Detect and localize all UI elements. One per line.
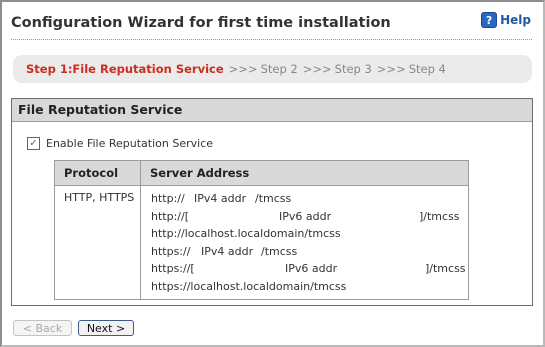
protocol-cell: HTTP, HTTPS <box>54 185 141 300</box>
next-button[interactable]: Next > <box>78 320 134 336</box>
panel-title: File Reputation Service <box>12 99 532 122</box>
server-address-column-header: Server Address <box>140 160 469 186</box>
address-line-https-ipv4: https:// IPv4 addr /tmcss <box>151 243 468 261</box>
address-prefix: http://[ <box>151 209 189 223</box>
step-2: Step 2 <box>260 62 298 76</box>
server-address-table: Protocol Server Address HTTP, HTTPS http… <box>54 160 469 300</box>
table-row: HTTP, HTTPS http:// IPv4 addr /tmcss htt… <box>54 185 469 300</box>
address-line-http-ipv6: http://[ IPv6 addr ]/tmcss <box>151 208 468 226</box>
step-separator: >>> <box>228 62 258 76</box>
address-prefix: https://localhost.localdomain/tmcss <box>151 279 347 293</box>
page-title: Configuration Wizard for first time inst… <box>11 15 391 31</box>
address-placeholder: IPv6 addr <box>279 209 332 223</box>
address-prefix: https://[ <box>151 262 195 276</box>
address-prefix: http:// <box>151 192 185 205</box>
step-breadcrumb: Step 1:File Reputation Service >>> Step … <box>13 55 532 83</box>
back-button[interactable]: < Back <box>13 320 72 336</box>
address-prefix: http://localhost.localdomain/tmcss <box>151 227 341 241</box>
wizard-window: Configuration Wizard for first time inst… <box>0 0 545 347</box>
step-4: Step 4 <box>408 62 446 76</box>
enable-file-reputation-label: Enable File Reputation Service <box>46 137 214 150</box>
step-separator: >>> <box>376 62 406 76</box>
address-placeholder: IPv4 addr <box>201 244 254 258</box>
address-suffix: /tmcss <box>255 192 292 205</box>
title-divider <box>11 39 532 40</box>
address-line-http-ipv4: http:// IPv4 addr /tmcss <box>151 190 468 208</box>
help-label: Help <box>500 13 531 27</box>
address-line-https-localhost: https://localhost.localdomain/tmcss <box>151 278 468 296</box>
protocol-column-header: Protocol <box>54 160 141 186</box>
server-address-cell: http:// IPv4 addr /tmcss http://[ IPv6 a… <box>140 185 469 300</box>
step-3: Step 3 <box>334 62 372 76</box>
enable-file-reputation-checkbox[interactable]: ✓ <box>27 137 40 150</box>
address-placeholder: IPv4 addr <box>194 192 247 205</box>
help-link[interactable]: ? Help <box>481 12 531 28</box>
step-separator: >>> <box>302 62 332 76</box>
address-suffix: /tmcss <box>261 244 298 258</box>
address-placeholder: IPv6 addr <box>285 262 338 276</box>
step-1-active: Step 1:File Reputation Service <box>26 62 224 76</box>
address-prefix: https:// <box>151 244 191 258</box>
question-icon: ? <box>481 12 498 28</box>
address-suffix: ]/tmcss <box>425 262 466 276</box>
file-reputation-panel: File Reputation Service ✓ Enable File Re… <box>11 98 533 306</box>
address-suffix: ]/tmcss <box>419 209 460 223</box>
enable-file-reputation-row[interactable]: ✓ Enable File Reputation Service <box>27 137 213 150</box>
address-line-http-localhost: http://localhost.localdomain/tmcss <box>151 225 468 243</box>
address-line-https-ipv6: https://[ IPv6 addr ]/tmcss <box>151 260 468 278</box>
